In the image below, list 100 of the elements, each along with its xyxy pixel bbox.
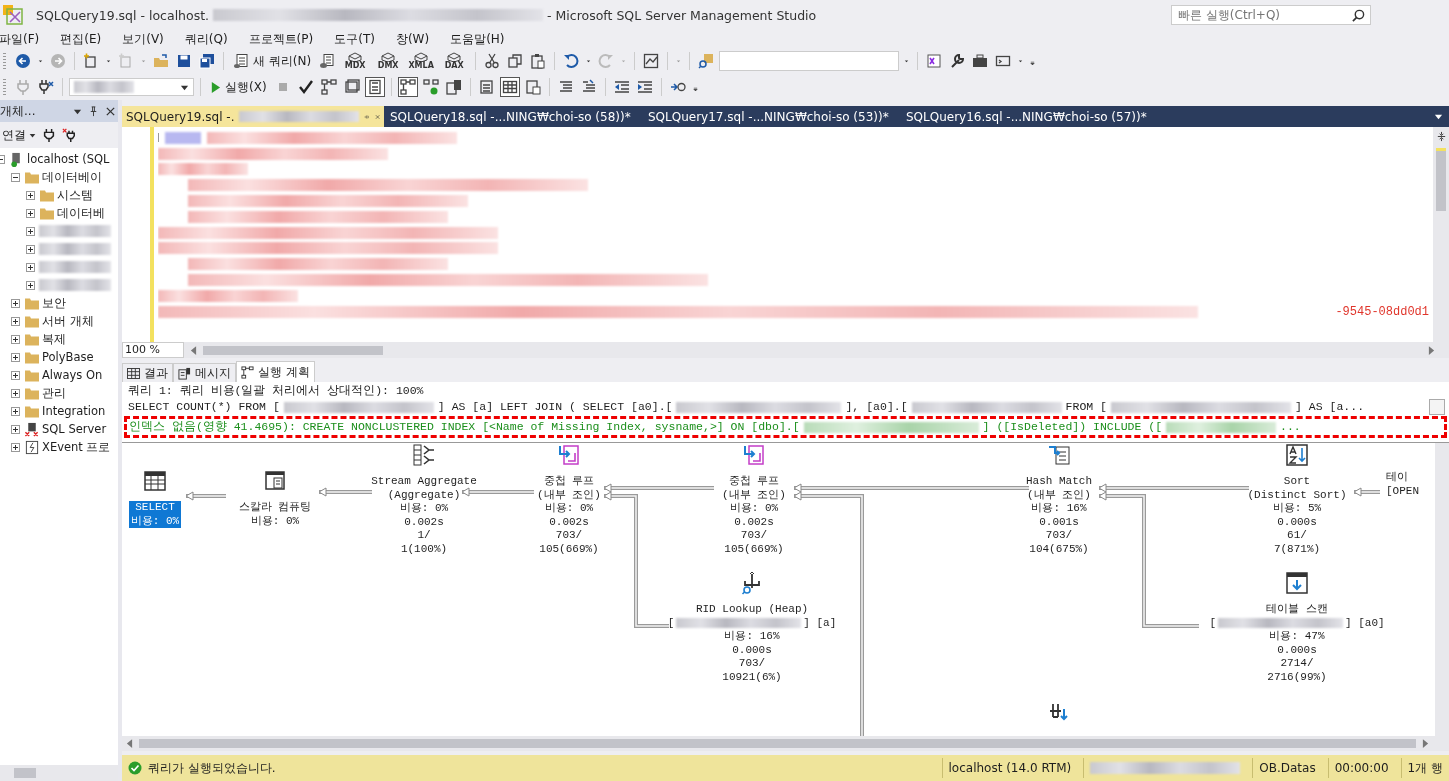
scroll-left-icon[interactable] bbox=[190, 345, 197, 355]
scrollbar-thumb[interactable] bbox=[14, 768, 36, 778]
client-stats-icon[interactable] bbox=[443, 77, 464, 97]
caret-icon[interactable] bbox=[1434, 112, 1443, 121]
result-tab[interactable]: 결과 bbox=[122, 363, 173, 382]
disconnect-icon[interactable] bbox=[62, 128, 76, 142]
expander-icon[interactable] bbox=[11, 442, 20, 452]
new-query-button[interactable]: 새 쿼리(N) bbox=[230, 51, 315, 71]
save-all-icon[interactable] bbox=[197, 51, 217, 71]
menu-item[interactable]: 도움말(H) bbox=[450, 30, 514, 48]
document-tab[interactable]: SQLQuery16.sql -...NING₩choi-so (57))* bbox=[900, 106, 1158, 127]
tree-item[interactable]: 복제 bbox=[42, 331, 66, 347]
node-label[interactable]: 중첩 루프 (내부 조인) 비용: 0% 0.002s 703/ 105(669%) bbox=[535, 475, 603, 557]
menu-item[interactable]: 파일(F) bbox=[0, 30, 49, 48]
actual-plan-icon[interactable] bbox=[397, 77, 418, 97]
table-icon[interactable] bbox=[143, 469, 167, 493]
expander-icon[interactable] bbox=[26, 262, 35, 272]
back-icon[interactable] bbox=[13, 51, 33, 71]
scrollbar-thumb[interactable] bbox=[1436, 148, 1446, 211]
node-label[interactable]: 중첩 루프 (내부 조인) 비용: 0% 0.002s 703/ 105(669%) bbox=[720, 475, 788, 557]
expander-icon[interactable] bbox=[11, 316, 20, 326]
scrollbar-thumb[interactable] bbox=[139, 739, 1416, 748]
query-type-button[interactable]: XMLA bbox=[406, 52, 437, 70]
expander-icon[interactable] bbox=[11, 406, 20, 416]
scrollbar-thumb[interactable] bbox=[203, 345, 383, 355]
results-grid-icon[interactable] bbox=[499, 77, 520, 97]
expander-icon[interactable] bbox=[26, 280, 35, 290]
tree-item[interactable]: 데이터베 bbox=[57, 205, 105, 221]
expander-icon[interactable] bbox=[11, 370, 20, 380]
close-icon[interactable] bbox=[105, 105, 116, 117]
scroll-right-icon[interactable] bbox=[1422, 739, 1429, 748]
menu-item[interactable]: 쿼리(Q) bbox=[184, 30, 237, 48]
calculator-icon[interactable] bbox=[364, 77, 385, 97]
execute-button[interactable]: 실행(X) bbox=[207, 77, 270, 97]
missing-index-banner[interactable]: 인덱스 없음(영향 41.4695): CREATE NONCLUSTERED INDEX [<Name of Missing Index, sysname,>] ON [dbo].[ ] ([IsDeleted]) INCLUDE ([ ... bbox=[124, 416, 1447, 438]
node-label[interactable]: Hash Match (내부 조인) 비용: 16% 0.001s 703/ 104(675%) bbox=[1024, 475, 1094, 557]
scrollbar[interactable] bbox=[1435, 443, 1449, 736]
tree-item[interactable]: 보안 bbox=[42, 295, 66, 311]
hash-match-icon[interactable] bbox=[1047, 443, 1071, 467]
expander-icon[interactable] bbox=[11, 172, 20, 182]
expander-icon[interactable] bbox=[26, 244, 35, 254]
tree-item[interactable]: 관리 bbox=[42, 385, 66, 401]
tree-item[interactable]: localhost (SQL bbox=[27, 152, 110, 166]
document-icon bbox=[233, 53, 249, 69]
tree-item[interactable]: 서버 개체 bbox=[42, 313, 94, 329]
search-icon[interactable] bbox=[1352, 9, 1365, 22]
node-label[interactable]: 스칼라 컴퓨팅 비용: 0% bbox=[236, 501, 314, 529]
connect-button[interactable]: 연결 bbox=[2, 126, 36, 144]
node-label[interactable]: RID Lookup (Heap) bbox=[693, 603, 811, 617]
tree-item[interactable]: SQL Server bbox=[42, 422, 107, 436]
expander-icon[interactable] bbox=[11, 352, 20, 362]
tree-item[interactable]: Integration bbox=[42, 404, 106, 418]
tree-item[interactable]: 데이터베이 bbox=[42, 169, 102, 185]
quick-launch-field[interactable]: 빠른 실행(Ctrl+Q) bbox=[1171, 5, 1371, 25]
calculator-icon[interactable] bbox=[263, 469, 287, 493]
zoom-dropdown[interactable]: 100 % bbox=[122, 342, 184, 358]
document-tab[interactable]: SQLQuery18.sql -...NING₩choi-so (58))* bbox=[384, 106, 642, 127]
tree-item[interactable]: 시스템 bbox=[57, 187, 93, 203]
query-type-button[interactable]: MDX bbox=[340, 52, 371, 70]
result-tab[interactable]: 메시지 bbox=[173, 363, 236, 382]
split-icon[interactable] bbox=[1435, 131, 1447, 142]
aggregate-icon[interactable] bbox=[412, 443, 436, 467]
change-connection-icon[interactable] bbox=[36, 77, 56, 97]
loop-icon[interactable] bbox=[557, 443, 581, 467]
query-type-button[interactable]: DMX bbox=[373, 52, 404, 70]
expander-icon[interactable] bbox=[26, 190, 35, 200]
table-scan-icon[interactable] bbox=[1285, 571, 1309, 595]
tree-item[interactable]: XEvent 프로 bbox=[42, 439, 111, 455]
document-tab[interactable]: SQLQuery17.sql -...NING₩choi-so (53))* bbox=[642, 106, 900, 127]
node-label[interactable]: 테이블 스캔 bbox=[1264, 603, 1330, 617]
tree-item[interactable]: Always On bbox=[42, 368, 103, 382]
result-tab[interactable]: 실행 계획 bbox=[236, 361, 315, 382]
expander-icon[interactable] bbox=[11, 298, 20, 308]
node-label[interactable]: Stream Aggregate (Aggregate) 비용: 0% 0.002s 1/ 1(100%) bbox=[369, 475, 479, 557]
node-label[interactable]: Sort (Distinct Sort) 비용: 5% 0.000s 61/ 7(871%) bbox=[1245, 475, 1349, 557]
node-label[interactable]: SELECT 비용: 0% bbox=[128, 501, 182, 529]
tree-item[interactable]: PolyBase bbox=[42, 350, 94, 364]
node-label[interactable]: 테이 [OPEN bbox=[1384, 471, 1421, 499]
expander-icon[interactable] bbox=[11, 334, 20, 344]
expander-icon[interactable] bbox=[26, 208, 35, 218]
expander-icon[interactable] bbox=[26, 226, 35, 236]
menu-item[interactable]: 프로젝트(P) bbox=[248, 30, 323, 48]
pin-icon[interactable] bbox=[88, 105, 99, 117]
plug-icon[interactable] bbox=[42, 128, 56, 142]
status-message: 쿼리가 실행되었습니다. bbox=[148, 759, 276, 777]
query-text: FROM [ bbox=[1065, 400, 1107, 414]
menu-item[interactable]: 보기(V) bbox=[122, 30, 173, 48]
find-field[interactable] bbox=[719, 51, 900, 71]
expander-icon[interactable] bbox=[11, 424, 20, 434]
menu-item[interactable]: 창(W) bbox=[395, 30, 439, 48]
loop-icon[interactable] bbox=[742, 443, 766, 467]
scroll-right-icon[interactable] bbox=[1428, 345, 1435, 355]
display-plan-icon[interactable] bbox=[318, 77, 339, 97]
menu-item[interactable]: 편집(E) bbox=[60, 30, 111, 48]
scroll-left-icon[interactable] bbox=[126, 739, 133, 748]
query-type-button[interactable]: DAX bbox=[439, 52, 470, 70]
sort-icon[interactable] bbox=[1285, 443, 1309, 467]
menu-item[interactable]: 도구(T) bbox=[334, 30, 384, 48]
cube-icon bbox=[413, 52, 430, 62]
expander-icon[interactable] bbox=[11, 388, 20, 398]
